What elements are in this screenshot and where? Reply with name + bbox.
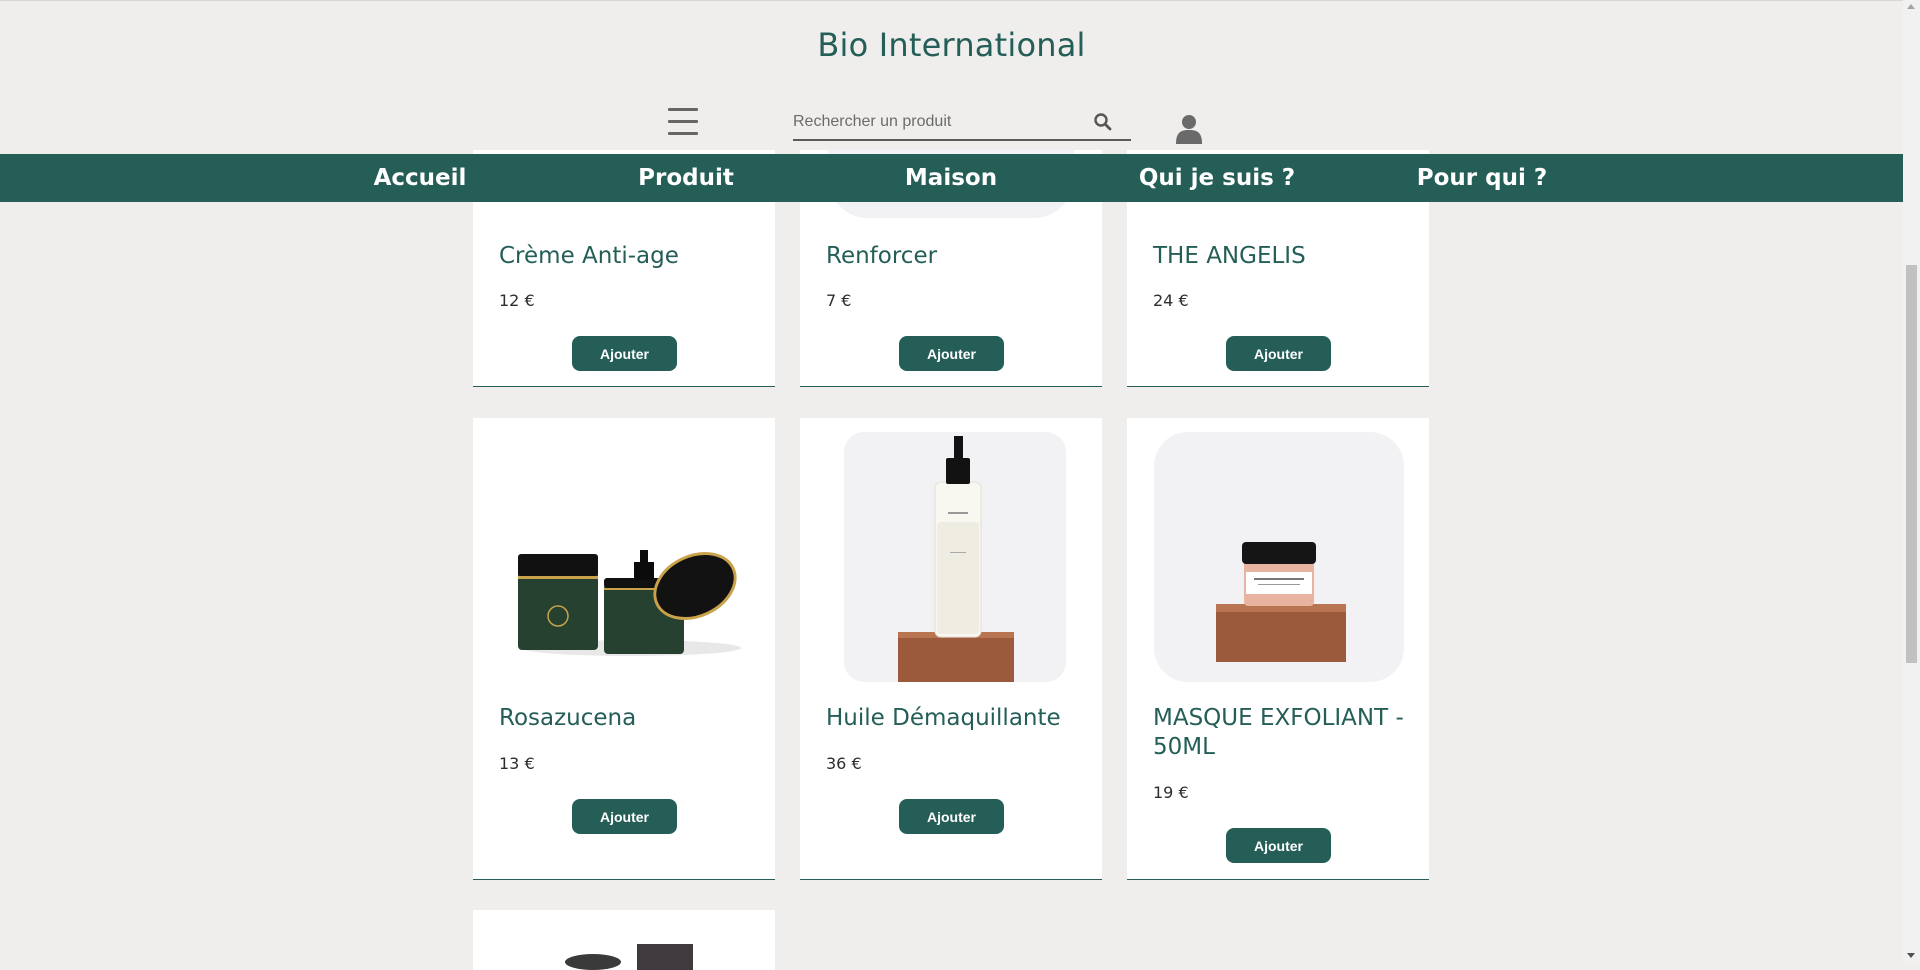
- nav-item-produit[interactable]: Produit: [638, 154, 734, 202]
- product-name[interactable]: THE ANGELIS: [1153, 242, 1413, 271]
- nav-item-maison[interactable]: Maison: [905, 154, 997, 202]
- nav-item-accueil[interactable]: Accueil: [374, 154, 467, 202]
- product-price: 36 €: [826, 754, 862, 773]
- product-price: 13 €: [499, 754, 535, 773]
- product-image[interactable]: [501, 432, 747, 682]
- product-card-6: MASQUE EXFOLIANT - 50ML 19 € Ajouter: [1127, 418, 1429, 880]
- hamburger-menu-icon[interactable]: [668, 108, 698, 136]
- add-to-cart-button[interactable]: Ajouter: [1226, 828, 1331, 863]
- product-image[interactable]: [553, 930, 703, 970]
- product-name[interactable]: Huile Démaquillante: [826, 704, 1086, 733]
- search-icon[interactable]: [1093, 112, 1113, 132]
- search-bar: [793, 107, 1131, 141]
- scrollbar-thumb[interactable]: [1906, 265, 1917, 663]
- product-image[interactable]: [844, 432, 1066, 682]
- user-icon[interactable]: [1176, 114, 1202, 144]
- main-nav: Accueil Produit Maison Qui je suis ? Pou…: [0, 154, 1903, 202]
- top-border: [0, 0, 1903, 1]
- product-name[interactable]: Crème Anti-age: [499, 242, 759, 271]
- add-to-cart-button[interactable]: Ajouter: [572, 799, 677, 834]
- add-to-cart-button[interactable]: Ajouter: [1226, 336, 1331, 371]
- product-card-7: [473, 910, 775, 970]
- scroll-up-arrow-icon[interactable]: [1907, 4, 1915, 9]
- add-to-cart-button[interactable]: Ajouter: [899, 336, 1004, 371]
- scroll-down-arrow-icon[interactable]: [1907, 953, 1915, 958]
- product-price: 19 €: [1153, 783, 1189, 802]
- product-name[interactable]: Rosazucena: [499, 704, 759, 733]
- site-title[interactable]: Bio International: [0, 26, 1903, 64]
- nav-item-pour-qui[interactable]: Pour qui ?: [1417, 154, 1547, 202]
- nav-item-qui-je-suis[interactable]: Qui je suis ?: [1139, 154, 1295, 202]
- product-name[interactable]: MASQUE EXFOLIANT - 50ML: [1153, 704, 1413, 762]
- product-price: 24 €: [1153, 291, 1189, 310]
- product-image[interactable]: [1154, 432, 1404, 682]
- product-card-5: Huile Démaquillante 36 € Ajouter: [800, 418, 1102, 880]
- product-name[interactable]: Renforcer: [826, 242, 1086, 271]
- product-price: 12 €: [499, 291, 535, 310]
- add-to-cart-button[interactable]: Ajouter: [899, 799, 1004, 834]
- product-price: 7 €: [826, 291, 852, 310]
- product-card-4: Rosazucena 13 € Ajouter: [473, 418, 775, 880]
- search-input[interactable]: [793, 107, 1083, 137]
- add-to-cart-button[interactable]: Ajouter: [572, 336, 677, 371]
